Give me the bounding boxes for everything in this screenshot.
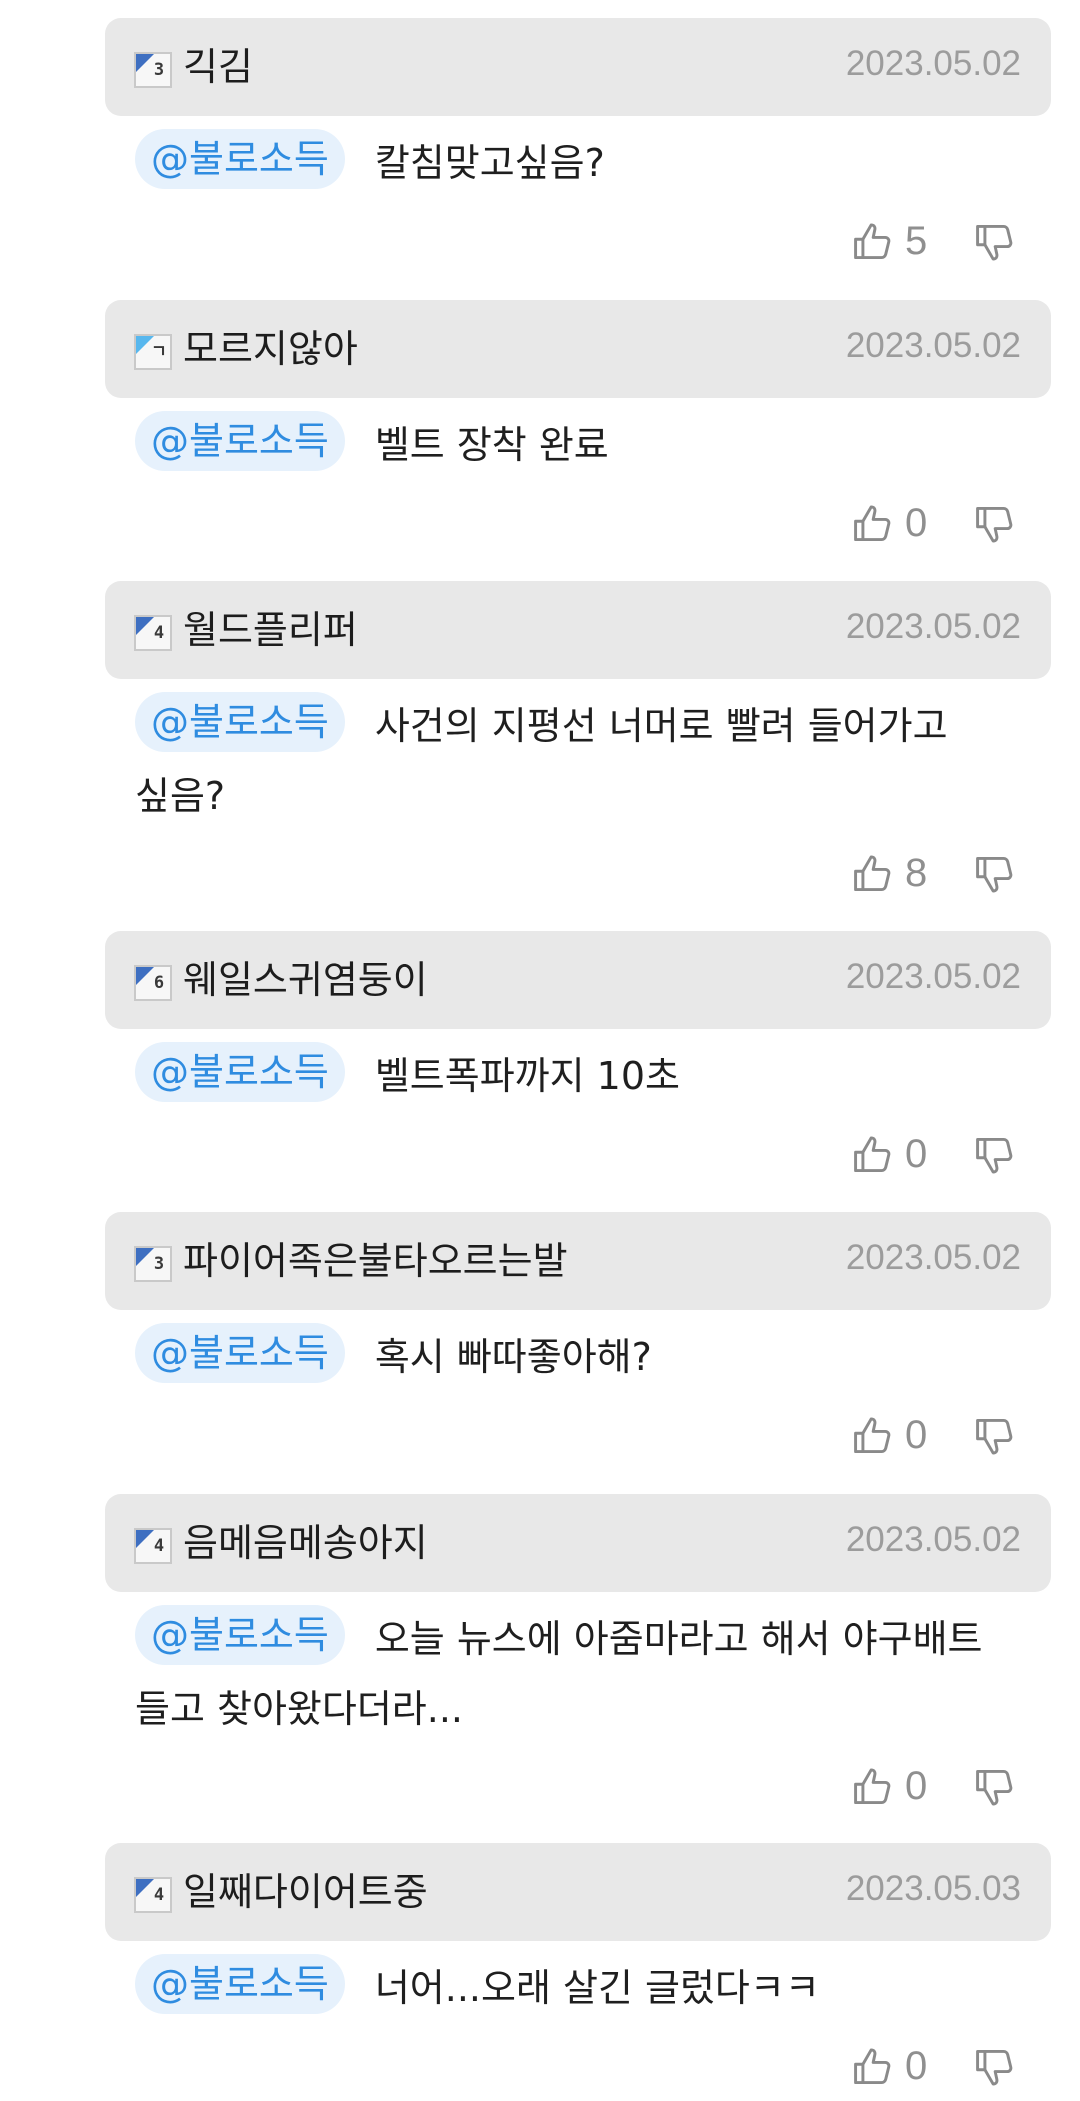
- user-level-icon: 3: [134, 1246, 172, 1282]
- user-nickname[interactable]: 일째다이어트중: [183, 1868, 428, 1916]
- like-button[interactable]: 0: [851, 1757, 941, 1817]
- comment-text: 혹시 빠따좋아해?: [374, 1335, 652, 1379]
- vote-bar: 0: [851, 494, 1021, 554]
- like-button[interactable]: 8: [851, 844, 941, 904]
- user-nickname[interactable]: 파이어족은불타오르는발: [183, 1237, 568, 1285]
- comment-text: 벨트 장착 완료: [374, 423, 609, 467]
- comment-body: @불로소득 사건의 지평선 너머로 빨려 들어가고 싶음?: [135, 691, 1041, 831]
- comment-date: 2023.05.02: [845, 607, 1021, 646]
- user-level-icon: 4: [134, 615, 172, 651]
- user-level-icon: 3: [134, 52, 172, 88]
- like-button[interactable]: 0: [851, 1406, 941, 1466]
- comment-header: 4 음메음메송아지 2023.05.02: [105, 1494, 1051, 1592]
- comment-body: @불로소득 벨트폭파까지 10초: [135, 1041, 1041, 1111]
- comment-header: 3 파이어족은불타오르는발 2023.05.02: [105, 1212, 1051, 1310]
- like-button[interactable]: 0: [851, 494, 941, 554]
- comment-header: ㄱ 모르지않아 2023.05.02: [105, 300, 1051, 398]
- thumbs-down-icon: [976, 224, 1013, 261]
- mention-tag[interactable]: @불로소득: [135, 692, 345, 752]
- mention-tag[interactable]: @불로소득: [135, 411, 345, 471]
- dislike-button[interactable]: [971, 1125, 1021, 1185]
- comment-body: @불로소득 벨트 장착 완료: [135, 410, 1041, 480]
- mention-tag[interactable]: @불로소득: [135, 1605, 345, 1665]
- comment-date: 2023.05.02: [845, 1238, 1021, 1277]
- comment-date: 2023.05.02: [845, 957, 1021, 996]
- comment-date: 2023.05.02: [845, 1520, 1021, 1559]
- vote-bar: 0: [851, 2037, 1021, 2097]
- like-count: 0: [905, 1413, 928, 1457]
- thumbs-down-icon: [976, 1137, 1013, 1174]
- dislike-button[interactable]: [971, 1406, 1021, 1466]
- mention-tag[interactable]: @불로소득: [135, 1042, 345, 1102]
- thumbs-up-icon: [854, 1136, 891, 1173]
- comment-body: @불로소득 오늘 뉴스에 아줌마라고 해서 야구배트 들고 찾아왔다더라...: [135, 1604, 1041, 1744]
- comment-date: 2023.05.02: [845, 326, 1021, 365]
- like-count: 0: [905, 1132, 928, 1176]
- thumbs-down-icon: [976, 2049, 1013, 2086]
- thumbs-up-icon: [854, 855, 891, 892]
- like-button[interactable]: 5: [851, 212, 941, 272]
- like-count: 0: [905, 2044, 928, 2088]
- comment-body: @불로소득 칼침맞고싶음?: [135, 128, 1041, 198]
- user-nickname[interactable]: 음메음메송아지: [183, 1519, 428, 1567]
- like-count: 0: [905, 501, 928, 545]
- comment-date: 2023.05.03: [845, 1869, 1021, 1908]
- like-button[interactable]: 0: [851, 2037, 941, 2097]
- comment-header: 3 긱김 2023.05.02: [105, 18, 1051, 116]
- user-nickname[interactable]: 웨일스귀염둥이: [183, 956, 428, 1004]
- comment-list: 3 긱김 2023.05.02 @불로소득 칼침맞고싶음? 5 ㄱ 모르지않아 2…: [0, 0, 1080, 2101]
- comment-header: 4 월드플리퍼 2023.05.02: [105, 581, 1051, 679]
- dislike-button[interactable]: [971, 1757, 1021, 1817]
- thumbs-down-icon: [976, 506, 1013, 543]
- dislike-button[interactable]: [971, 2037, 1021, 2097]
- comment-header: 4 일째다이어트중 2023.05.03: [105, 1843, 1051, 1941]
- comment-header: 6 웨일스귀염둥이 2023.05.02: [105, 931, 1051, 1029]
- like-count: 0: [905, 1764, 928, 1808]
- thumbs-up-icon: [854, 1768, 891, 1805]
- comment-body: @불로소득 혹시 빠따좋아해?: [135, 1322, 1041, 1392]
- thumbs-down-icon: [976, 1418, 1013, 1455]
- comment-text: 벨트폭파까지 10초: [374, 1054, 680, 1098]
- like-count: 5: [905, 219, 928, 263]
- like-button[interactable]: 0: [851, 1125, 941, 1185]
- dislike-button[interactable]: [971, 844, 1021, 904]
- comment-date: 2023.05.02: [845, 44, 1021, 83]
- thumbs-up-icon: [854, 2048, 891, 2085]
- vote-bar: 5: [851, 212, 1021, 272]
- thumbs-up-icon: [854, 1417, 891, 1454]
- user-nickname[interactable]: 긱김: [183, 43, 253, 91]
- mention-tag[interactable]: @불로소득: [135, 1954, 345, 2014]
- mention-tag[interactable]: @불로소득: [135, 1323, 345, 1383]
- thumbs-up-icon: [854, 223, 891, 260]
- user-level-icon: 4: [134, 1528, 172, 1564]
- thumbs-up-icon: [854, 505, 891, 542]
- user-level-icon: ㄱ: [134, 334, 172, 370]
- thumbs-down-icon: [976, 856, 1013, 893]
- comment-text: 너어...오래 살긴 글렀다ㅋㅋ: [374, 1966, 820, 2010]
- vote-bar: 8: [851, 844, 1021, 904]
- comment-body: @불로소득 너어...오래 살긴 글렀다ㅋㅋ: [135, 1953, 1041, 2023]
- dislike-button[interactable]: [971, 212, 1021, 272]
- mention-tag[interactable]: @불로소득: [135, 129, 345, 189]
- user-nickname[interactable]: 월드플리퍼: [183, 606, 358, 654]
- thumbs-down-icon: [976, 1769, 1013, 1806]
- dislike-button[interactable]: [971, 494, 1021, 554]
- vote-bar: 0: [851, 1757, 1021, 1817]
- comment-text: 칼침맞고싶음?: [374, 141, 605, 185]
- user-level-icon: 4: [134, 1877, 172, 1913]
- vote-bar: 0: [851, 1125, 1021, 1185]
- user-nickname[interactable]: 모르지않아: [183, 325, 358, 373]
- user-level-icon: 6: [134, 965, 172, 1001]
- vote-bar: 0: [851, 1406, 1021, 1466]
- like-count: 8: [905, 851, 928, 895]
